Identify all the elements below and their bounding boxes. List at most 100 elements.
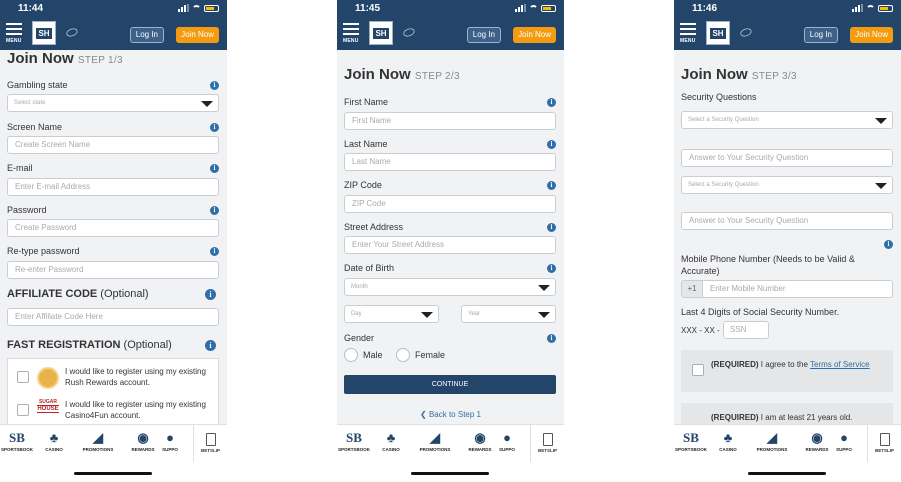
football-icon[interactable]: ⬭ xyxy=(63,22,80,42)
join-now-button[interactable]: Join Now xyxy=(513,27,556,43)
home-indicator[interactable] xyxy=(74,472,152,475)
street-address-input[interactable]: Enter Your Street Address xyxy=(344,236,556,254)
ssn-input[interactable]: SSN xyxy=(723,321,769,339)
screen-name-input[interactable]: Create Screen Name xyxy=(7,136,219,154)
info-icon[interactable]: i xyxy=(884,240,893,249)
home-indicator[interactable] xyxy=(411,472,489,475)
nav-casino[interactable]: ♣ CASINO xyxy=(708,429,748,452)
last-name-input[interactable]: Last Name xyxy=(344,153,556,171)
bottom-nav: SB SPORTSBOOK ♣ CASINO ◢ PROMOTIONS ◉ REWARD… xyxy=(337,424,564,462)
info-icon[interactable]: i xyxy=(210,123,219,132)
terms-of-service-link[interactable]: Terms of Service xyxy=(810,360,870,369)
rush-rewards-text: I would like to register using my existi… xyxy=(65,367,206,387)
page-title: Join Now STEP 2/3 xyxy=(344,66,460,83)
retype-password-input[interactable]: Re-enter Password xyxy=(7,261,219,279)
first-name-input[interactable]: First Name xyxy=(344,112,556,130)
security-answer-input-1[interactable]: Answer to Your Security Question xyxy=(681,149,893,167)
info-icon[interactable]: i xyxy=(210,206,219,215)
zip-code-input[interactable]: ZIP Code xyxy=(344,195,556,213)
chat-icon: ● xyxy=(840,430,848,445)
megaphone-icon: ◢ xyxy=(430,430,440,445)
chevron-down-icon xyxy=(538,312,550,318)
cherry-icon: ♣ xyxy=(723,430,733,445)
back-to-step1-link[interactable]: ❮ Back to Step 1 xyxy=(337,410,564,419)
info-icon[interactable]: i xyxy=(547,140,556,149)
menu-button[interactable]: MENU xyxy=(343,23,359,44)
gambling-state-label: Gambling state xyxy=(7,80,68,90)
security-question-select-2[interactable]: Select a Security Question xyxy=(681,176,893,194)
nav-promotions[interactable]: ◢ PROMOTIONS xyxy=(78,429,118,452)
security-answer-input-2[interactable]: Answer to Your Security Question xyxy=(681,212,893,230)
menu-button[interactable]: MENU xyxy=(680,23,696,44)
top-navbar: MENU SH ⬭ Log In Join Now xyxy=(0,18,227,50)
sh-logo[interactable]: SH xyxy=(369,21,393,45)
casino4fun-text: I would like to register using my existi… xyxy=(65,400,206,420)
street-address-label: Street Address xyxy=(344,222,404,232)
dob-day-select[interactable]: Day xyxy=(344,305,439,323)
betslip-button[interactable]: BETSLIP xyxy=(867,425,901,462)
mobile-number-input[interactable]: Enter Mobile Number xyxy=(703,280,893,298)
info-icon[interactable]: i xyxy=(547,334,556,343)
nav-sportsbook[interactable]: SB SPORTSBOOK xyxy=(337,429,374,452)
info-icon[interactable]: i xyxy=(205,340,216,351)
betslip-button[interactable]: BETSLIP xyxy=(530,425,564,462)
rush-rewards-logo xyxy=(37,367,59,389)
chevron-down-icon xyxy=(421,312,433,318)
join-now-button[interactable]: Join Now xyxy=(850,27,893,43)
betslip-icon xyxy=(205,433,216,446)
login-button[interactable]: Log In xyxy=(803,27,838,43)
join-now-button[interactable]: Join Now xyxy=(176,27,219,43)
login-button[interactable]: Log In xyxy=(466,27,501,43)
email-input[interactable]: Enter E-mail Address xyxy=(7,178,219,196)
info-icon[interactable]: i xyxy=(205,289,216,300)
nav-casino[interactable]: ♣ CASINO xyxy=(371,429,411,452)
info-icon[interactable]: i xyxy=(547,98,556,107)
gender-male-label: Male xyxy=(363,350,383,360)
home-indicator[interactable] xyxy=(748,472,826,475)
gender-male-radio[interactable] xyxy=(344,348,358,362)
password-input[interactable]: Create Password xyxy=(7,219,219,237)
football-icon[interactable]: ⬭ xyxy=(737,22,754,42)
phone-screen-step3: 11:46 MENU SH ⬭ Log In Join Now Join Now… xyxy=(674,0,901,482)
info-icon[interactable]: i xyxy=(210,164,219,173)
info-icon[interactable]: i xyxy=(547,223,556,232)
casino4fun-checkbox[interactable] xyxy=(17,404,29,416)
page-title: Join Now STEP 3/3 xyxy=(681,66,797,83)
rush-rewards-checkbox[interactable] xyxy=(17,371,29,383)
gambling-state-select[interactable]: Select state xyxy=(7,94,219,112)
nav-sportsbook[interactable]: SB SPORTSBOOK xyxy=(0,429,37,452)
sh-logo[interactable]: SH xyxy=(32,21,56,45)
continue-button[interactable]: CONTINUE xyxy=(344,375,556,394)
chevron-down-icon xyxy=(875,183,887,189)
menu-button[interactable]: MENU xyxy=(6,23,22,44)
status-bar: 11:46 xyxy=(674,0,901,18)
sh-logo[interactable]: SH xyxy=(706,21,730,45)
betslip-button[interactable]: BETSLIP xyxy=(193,425,227,462)
nav-support[interactable]: ● SUPPO xyxy=(831,429,857,452)
info-icon[interactable]: i xyxy=(210,81,219,90)
login-button[interactable]: Log In xyxy=(129,27,164,43)
nav-promotions[interactable]: ◢ PROMOTIONS xyxy=(752,429,792,452)
football-icon[interactable]: ⬭ xyxy=(400,22,417,42)
fast-registration-card: I would like to register using my existi… xyxy=(7,358,219,424)
battery-icon xyxy=(878,4,893,12)
nav-support[interactable]: ● SUPPO xyxy=(494,429,520,452)
screen-name-label: Screen Name xyxy=(7,122,63,132)
nav-promotions[interactable]: ◢ PROMOTIONS xyxy=(415,429,455,452)
dob-year-select[interactable]: Year xyxy=(461,305,556,323)
chevron-left-icon: ❮ xyxy=(420,410,429,419)
info-icon[interactable]: i xyxy=(210,247,219,256)
status-icons xyxy=(852,4,893,12)
gender-female-radio[interactable] xyxy=(396,348,410,362)
dob-month-select[interactable]: Month xyxy=(344,278,556,296)
nav-casino[interactable]: ♣ CASINO xyxy=(34,429,74,452)
affiliate-code-input[interactable]: Enter Affiliate Code Here xyxy=(7,308,219,326)
megaphone-icon: ◢ xyxy=(767,430,777,445)
status-bar: 11:44 xyxy=(0,0,227,18)
security-question-select-1[interactable]: Select a Security Question xyxy=(681,111,893,129)
terms-checkbox[interactable] xyxy=(692,364,704,376)
info-icon[interactable]: i xyxy=(547,181,556,190)
nav-sportsbook[interactable]: SB SPORTSBOOK xyxy=(674,429,711,452)
info-icon[interactable]: i xyxy=(547,264,556,273)
nav-support[interactable]: ● SUPPO xyxy=(157,429,183,452)
